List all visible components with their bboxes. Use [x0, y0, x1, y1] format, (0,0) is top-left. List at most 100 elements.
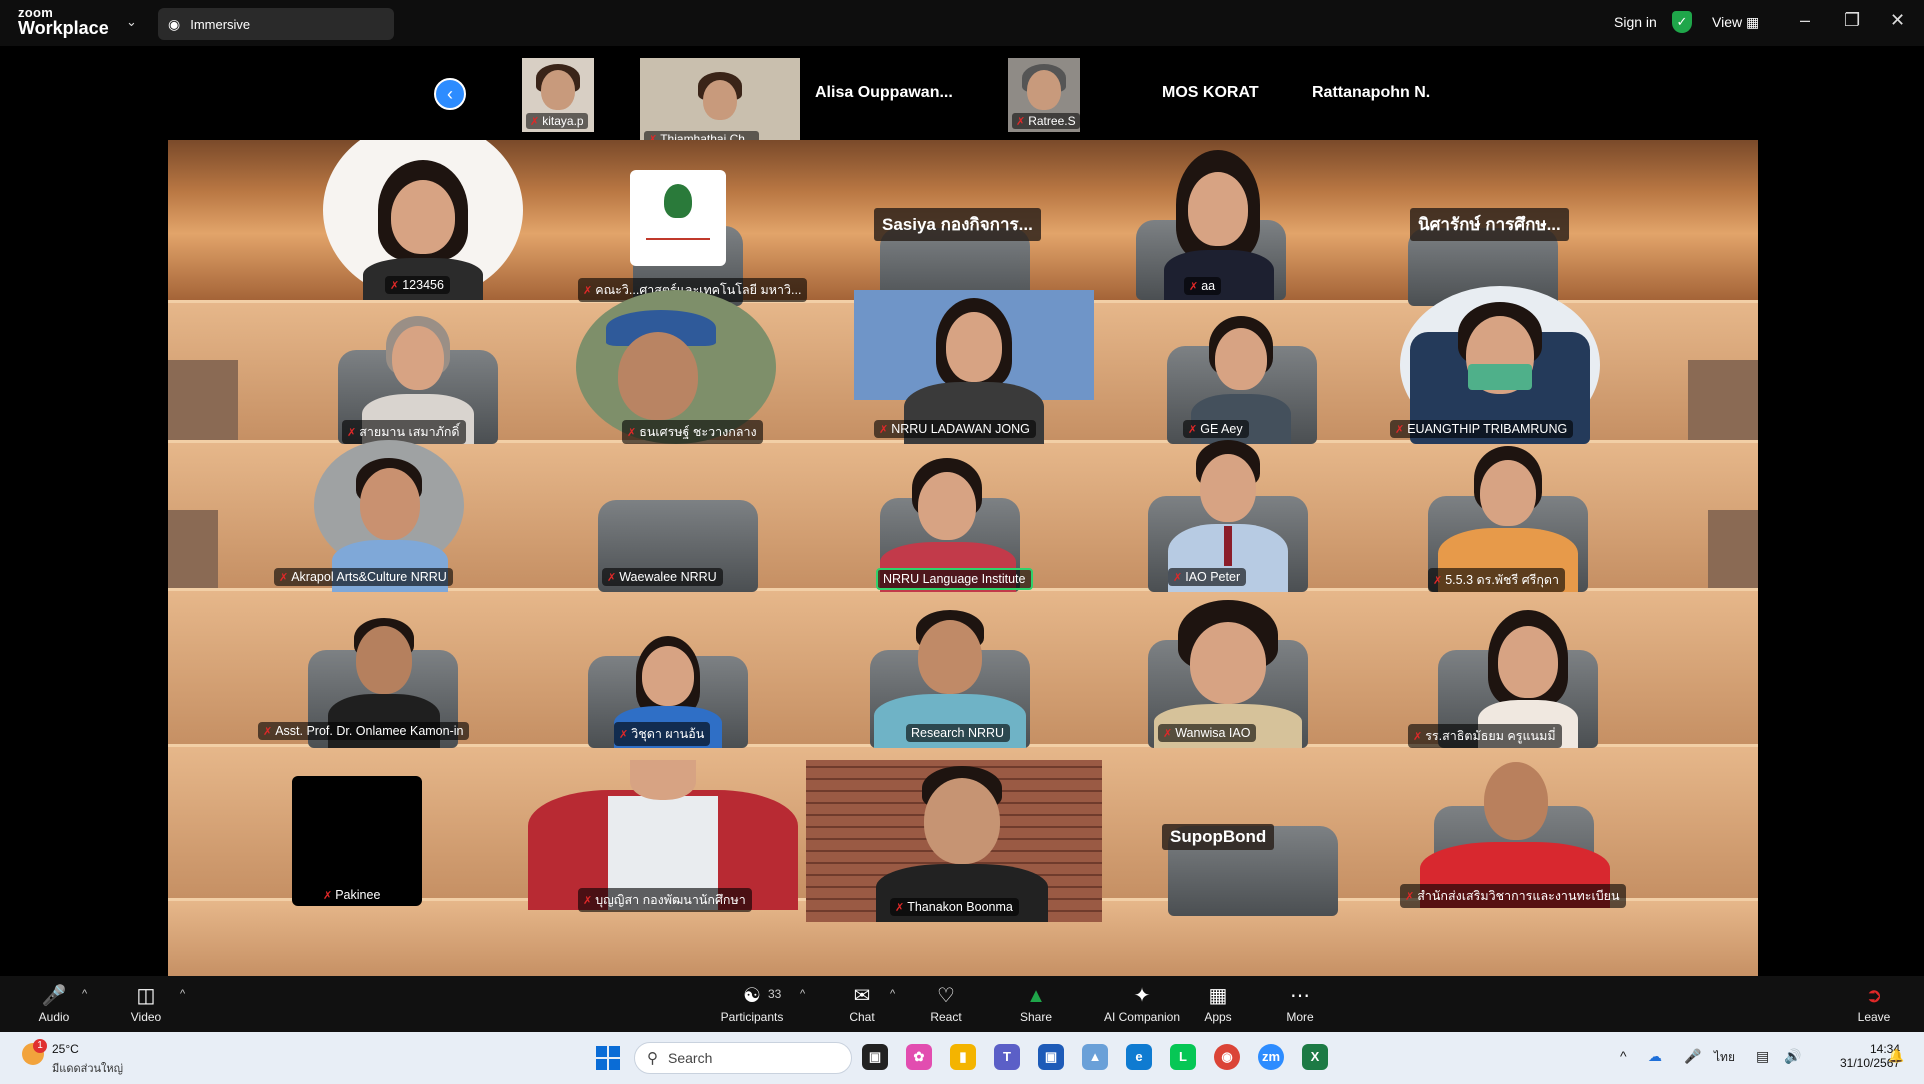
- heart-icon: ♡: [937, 985, 955, 1007]
- windows-start-icon[interactable]: [596, 1046, 620, 1070]
- participant-tile[interactable]: ✗ คณะวิ...ศาสตร์และเทคโนโลยี มหาวิ...: [578, 170, 807, 306]
- task-view-icon[interactable]: ▣: [862, 1044, 888, 1070]
- teams-icon[interactable]: T: [994, 1044, 1020, 1070]
- chevron-up-icon[interactable]: ^: [1620, 1048, 1627, 1064]
- more-button[interactable]: ⋯ More: [1260, 976, 1340, 1032]
- participant-tile[interactable]: ✗ สำนักส่งเสริมวิชาการและงานทะเบียน: [1400, 762, 1630, 908]
- view-button[interactable]: View ▦: [1712, 14, 1759, 31]
- participant-name-card[interactable]: นิศารักษ์ การศึกษ...: [1410, 208, 1569, 241]
- chevron-down-icon[interactable]: ⌄: [126, 14, 137, 30]
- participant-tile[interactable]: ✗ Akrapol Arts&Culture NRRU: [274, 440, 504, 592]
- chat-button[interactable]: ✉ Chat: [822, 976, 902, 1032]
- title-bar: zoom Workplace ⌄ ◉ Immersive Sign in ✓ V…: [0, 0, 1924, 46]
- chevron-up-icon[interactable]: ^: [890, 988, 895, 1000]
- close-icon[interactable]: ✕: [1890, 10, 1905, 31]
- sign-in-link[interactable]: Sign in: [1614, 14, 1657, 30]
- ai-companion-button[interactable]: ✦ AI Companion: [1092, 976, 1192, 1032]
- mic-off-icon: ✗: [263, 726, 273, 738]
- audio-button[interactable]: 🎤 Audio: [14, 976, 94, 1032]
- participant-tile[interactable]: ✗ 5.5.3 ดร.พัชรี ศรีกุดา: [1408, 446, 1608, 592]
- chevron-up-icon[interactable]: ^: [180, 988, 185, 1000]
- participant-tile[interactable]: ✗ ธนเศรษฐ์ ชะวางกลาง: [576, 290, 776, 444]
- participant-name-card[interactable]: SupopBond: [1162, 824, 1275, 850]
- participant-tile[interactable]: ✗ 123456: [323, 140, 523, 300]
- participant-name: ✗ EUANGTHIP TRIBAMRUNG: [1390, 420, 1574, 438]
- immersive-view-button[interactable]: ◉ Immersive: [158, 8, 394, 40]
- apps-icon: ▦: [1208, 985, 1228, 1007]
- share-button[interactable]: ▲ Share: [996, 976, 1076, 1032]
- mic-off-icon: ✗: [619, 729, 629, 741]
- participant-name: Research NRRU: [906, 724, 1011, 742]
- thumbnail-tile[interactable]: ✗ kitaya.p: [522, 58, 594, 132]
- mic-off-icon: ✗: [627, 427, 637, 439]
- notification-bell-icon[interactable]: 🔔: [1888, 1048, 1904, 1064]
- participant-name: ✗ aa: [1184, 277, 1222, 295]
- participant-tile[interactable]: ✗ Wanwisa IAO: [1118, 600, 1338, 748]
- participant-name[interactable]: Rattanapohn N.: [1312, 84, 1430, 102]
- video-button[interactable]: ◫ Video: [106, 976, 186, 1032]
- taskbar-search[interactable]: ⚲ Search: [634, 1042, 852, 1074]
- participant-name[interactable]: MOS KORAT: [1162, 84, 1259, 102]
- notification-badge: 1: [33, 1039, 47, 1053]
- excel-icon[interactable]: X: [1302, 1044, 1328, 1070]
- participant-tile[interactable]: ✗ NRRU LADAWAN JONG: [854, 290, 1094, 444]
- participant-tile[interactable]: ✗ Asst. Prof. Dr. Onlamee Kamon-in: [258, 618, 498, 748]
- chevron-up-icon[interactable]: ^: [82, 988, 87, 1000]
- weather-condition: มีแดดส่วนใหญ่: [52, 1063, 124, 1075]
- mic-off-icon: ✗: [583, 895, 593, 907]
- mic-off-icon: ✗: [1173, 572, 1183, 584]
- copilot-icon[interactable]: ✿: [906, 1044, 932, 1070]
- onedrive-icon[interactable]: ☁: [1648, 1048, 1662, 1065]
- participant-tile[interactable]: ✗ IAO Peter: [1128, 440, 1328, 592]
- mic-off-icon: ✗: [1405, 891, 1415, 903]
- apps-button[interactable]: ▦ Apps: [1178, 976, 1258, 1032]
- immersive-auditorium: ✗ 123456 ✗ คณะวิ...ศาสตร์และเทคโนโลยี มหาว…: [168, 140, 1758, 976]
- participant-tile[interactable]: ✗ aa: [1128, 150, 1308, 300]
- participant-tile[interactable]: ✗ Pakinee: [278, 776, 458, 908]
- participants-button[interactable]: ☯ Participants: [712, 976, 792, 1032]
- participant-tile[interactable]: ✗ รร.สาธิตมัธยม ครูแนมมี่: [1398, 610, 1638, 748]
- mic-off-icon: ✗: [390, 280, 400, 292]
- participant-tile[interactable]: ✗ วิชุดา ผานอ้น: [578, 636, 758, 748]
- chevron-left-icon[interactable]: ‹: [434, 78, 466, 110]
- participant-tile[interactable]: ✗ Thanakon Boonma: [806, 760, 1102, 922]
- participant-tile[interactable]: NRRU Language Institute: [840, 458, 1056, 592]
- mic-off-icon: ✗: [1188, 424, 1198, 436]
- participant-tile[interactable]: ✗ สายมาน เสมาภักดิ์: [318, 316, 518, 444]
- mic-off-icon: ✗: [879, 424, 889, 436]
- participant-name[interactable]: Alisa Ouppawan...: [815, 84, 953, 102]
- participant-name-card[interactable]: Sasiya กองกิจการ...: [874, 208, 1041, 241]
- mic-off-icon: ✗: [323, 890, 333, 902]
- react-button[interactable]: ♡ React: [906, 976, 986, 1032]
- taskbar: 1 25°C มีแดดส่วนใหญ่ ⚲ Search ▣ ✿ ▮ T ▣ …: [0, 1032, 1924, 1084]
- participant-tile[interactable]: ✗ บุญญิสา กองพัฒนานักศึกษา: [518, 760, 808, 912]
- participant-tile[interactable]: Research NRRU: [840, 610, 1060, 748]
- participant-name: ✗ Asst. Prof. Dr. Onlamee Kamon-in: [258, 722, 470, 740]
- chrome-icon[interactable]: ◉: [1214, 1044, 1240, 1070]
- minimize-icon[interactable]: –: [1800, 10, 1810, 31]
- file-explorer-icon[interactable]: ▮: [950, 1044, 976, 1070]
- network-icon[interactable]: ▤: [1756, 1048, 1769, 1065]
- participant-tile[interactable]: ✗ Waewalee NRRU: [588, 500, 768, 592]
- sparkle-icon: ✦: [1133, 985, 1151, 1007]
- photos-icon[interactable]: ▲: [1082, 1044, 1108, 1070]
- mic-off-icon: ✗: [530, 116, 540, 128]
- volume-icon[interactable]: 🔊: [1784, 1048, 1801, 1065]
- chevron-up-icon[interactable]: ^: [800, 988, 805, 1000]
- participant-tile[interactable]: ✗ EUANGTHIP TRIBAMRUNG: [1390, 286, 1610, 444]
- faculty-logo: [630, 170, 726, 266]
- microphone-icon[interactable]: 🎤: [1684, 1048, 1701, 1065]
- mic-off-icon: ✗: [1395, 424, 1405, 436]
- thumbnail-tile[interactable]: ✗Thiamhathai Ch...: [640, 58, 800, 150]
- participant-tile[interactable]: ✗ GE Aey: [1153, 316, 1333, 444]
- restore-icon[interactable]: ❐: [1844, 10, 1860, 31]
- weather-temperature[interactable]: 25°C: [52, 1042, 79, 1056]
- language-indicator[interactable]: ไทย: [1714, 1048, 1735, 1067]
- leave-button[interactable]: ➲ Leave: [1834, 976, 1914, 1032]
- zoom-taskbar-icon[interactable]: zm: [1258, 1044, 1284, 1070]
- shield-check-icon[interactable]: ✓: [1672, 11, 1692, 33]
- edge-icon[interactable]: e: [1126, 1044, 1152, 1070]
- line-icon[interactable]: L: [1170, 1044, 1196, 1070]
- store-icon[interactable]: ▣: [1038, 1044, 1064, 1070]
- thumbnail-tile[interactable]: ✗ Ratree.S: [1008, 58, 1080, 132]
